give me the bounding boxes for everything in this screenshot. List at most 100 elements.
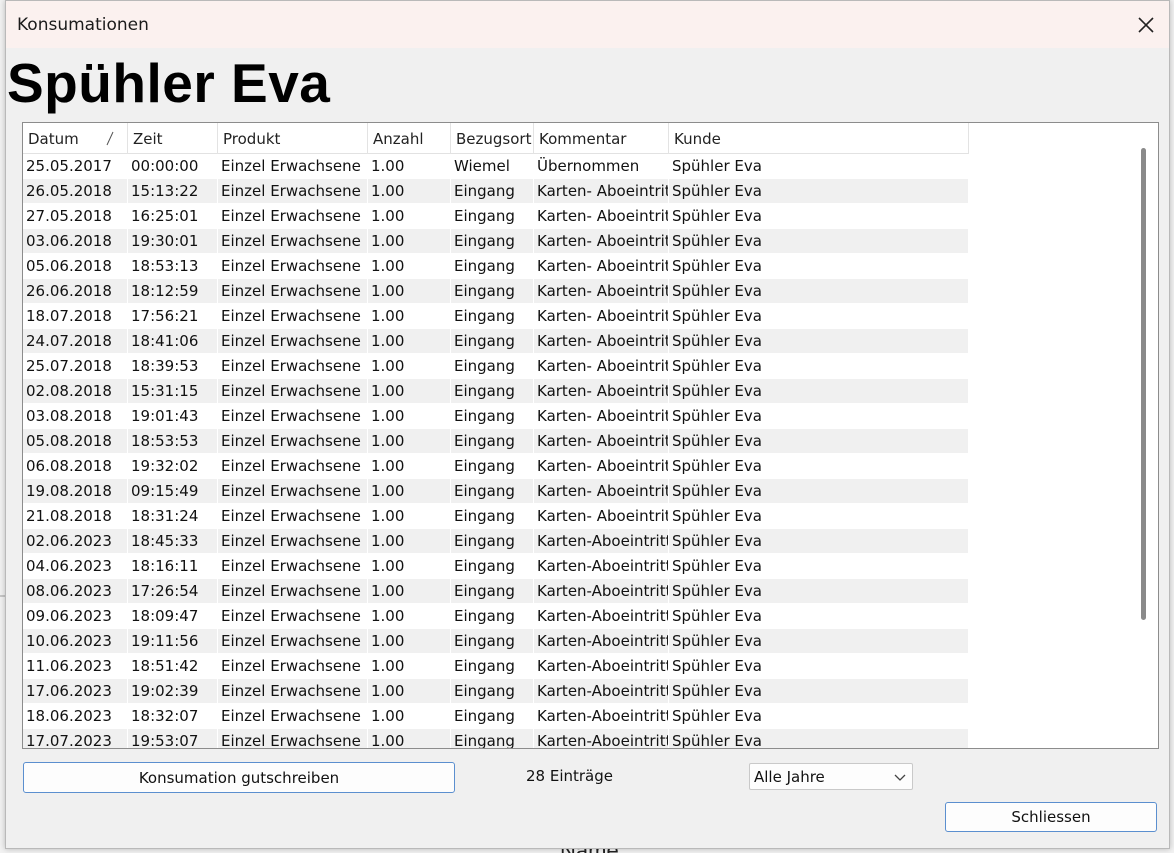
table-cell: Eingang (451, 554, 534, 578)
column-header-kunde[interactable]: Kunde (669, 123, 969, 154)
table-row[interactable]: 06.08.2018 19:32:02 Einzel Erwachsene 1.00 E… (23, 454, 1133, 479)
table-cell: Einzel Erwachsene (218, 704, 368, 728)
table-filler-cell (969, 704, 1133, 728)
table-row[interactable]: 19.08.2018 09:15:49 Einzel Erwachsene 1.00 E… (23, 479, 1133, 504)
table-cell: 00:00:00 (128, 154, 218, 178)
column-header-bezugsort[interactable]: Bezugsort (451, 123, 534, 154)
table-cell: Spühler Eva (669, 279, 969, 303)
table-body: 25.05.2017 00:00:00 Einzel Erwachsene 1.00 W… (23, 154, 1133, 748)
table-cell: Karten- Aboeintritt (534, 454, 669, 478)
table-cell: Spühler Eva (669, 254, 969, 278)
table-row[interactable]: 04.06.2023 18:16:11 Einzel Erwachsene 1.00 E… (23, 554, 1133, 579)
table-cell: 1.00 (368, 404, 451, 428)
table-row[interactable]: 11.06.2023 18:51:42 Einzel Erwachsene 1.00 E… (23, 654, 1133, 679)
table-cell: Einzel Erwachsene (218, 279, 368, 303)
table-row[interactable]: 09.06.2023 18:09:47 Einzel Erwachsene 1.00 E… (23, 604, 1133, 629)
table-row[interactable]: 18.06.2023 18:32:07 Einzel Erwachsene 1.00 E… (23, 704, 1133, 729)
table-cell: Einzel Erwachsene (218, 654, 368, 678)
table-cell: 06.08.2018 (23, 454, 128, 478)
table-cell: 1.00 (368, 554, 451, 578)
table-row[interactable]: 03.08.2018 19:01:43 Einzel Erwachsene 1.00 E… (23, 404, 1133, 429)
consumptions-table[interactable]: Datum Zeit Produkt Anzahl Bezugsort Komm… (22, 122, 1159, 749)
table-cell: 24.07.2018 (23, 329, 128, 353)
table-cell: Karten- Aboeintritt (534, 354, 669, 378)
table-cell: 05.06.2018 (23, 254, 128, 278)
table-row[interactable]: 18.07.2018 17:56:21 Einzel Erwachsene 1.00 E… (23, 304, 1133, 329)
table-row[interactable]: 08.06.2023 17:26:54 Einzel Erwachsene 1.00 E… (23, 579, 1133, 604)
table-cell: 18:45:33 (128, 529, 218, 553)
table-cell: Spühler Eva (669, 454, 969, 478)
table-cell: 1.00 (368, 429, 451, 453)
column-header-datum[interactable]: Datum (23, 123, 128, 154)
table-cell: Eingang (451, 479, 534, 503)
table-cell: 18.06.2023 (23, 704, 128, 728)
customer-name-heading: Spühler Eva (7, 52, 331, 114)
table-row[interactable]: 21.08.2018 18:31:24 Einzel Erwachsene 1.00 E… (23, 504, 1133, 529)
table-cell: Eingang (451, 629, 534, 653)
table-filler-cell (969, 454, 1133, 478)
table-cell: Spühler Eva (669, 354, 969, 378)
table-cell: Karten-Aboeintritt (534, 679, 669, 703)
table-cell: 1.00 (368, 629, 451, 653)
scrollbar-thumb[interactable] (1141, 148, 1146, 620)
table-cell: 09:15:49 (128, 479, 218, 503)
table-cell: 1.00 (368, 229, 451, 253)
column-header-kommentar[interactable]: Kommentar (534, 123, 669, 154)
column-header-zeit[interactable]: Zeit (128, 123, 218, 154)
table-cell: Karten- Aboeintritt (534, 254, 669, 278)
table-cell: 18:31:24 (128, 504, 218, 528)
column-header-anzahl[interactable]: Anzahl (368, 123, 451, 154)
table-cell: 17:56:21 (128, 304, 218, 328)
table-cell: Eingang (451, 229, 534, 253)
vertical-scrollbar[interactable] (1132, 123, 1158, 748)
table-row[interactable]: 26.06.2018 18:12:59 Einzel Erwachsene 1.00 E… (23, 279, 1133, 304)
close-window-button[interactable] (1123, 1, 1169, 48)
table-cell: 1.00 (368, 504, 451, 528)
table-cell: Spühler Eva (669, 629, 969, 653)
table-cell: Eingang (451, 354, 534, 378)
table-cell: 18:12:59 (128, 279, 218, 303)
chevron-down-icon (894, 774, 906, 781)
table-filler-cell (969, 379, 1133, 403)
table-cell: 16:25:01 (128, 204, 218, 228)
table-row[interactable]: 17.06.2023 19:02:39 Einzel Erwachsene 1.00 E… (23, 679, 1133, 704)
table-row[interactable]: 05.08.2018 18:53:53 Einzel Erwachsene 1.00 E… (23, 429, 1133, 454)
consumptions-dialog: Konsumationen Spühler Eva Datum Zeit Pro… (5, 0, 1170, 849)
table-cell: 1.00 (368, 154, 451, 178)
table-cell: Karten- Aboeintritt (534, 479, 669, 503)
table-cell: Eingang (451, 179, 534, 203)
table-row[interactable]: 25.07.2018 18:39:53 Einzel Erwachsene 1.00 E… (23, 354, 1133, 379)
table-cell: Wiemel (451, 154, 534, 178)
table-cell: Eingang (451, 529, 534, 553)
year-filter-select[interactable]: Alle Jahre (749, 763, 913, 790)
column-header-produkt[interactable]: Produkt (218, 123, 368, 154)
table-row[interactable]: 17.07.2023 19:53:07 Einzel Erwachsene 1.00 E… (23, 729, 1133, 748)
table-filler-cell (969, 654, 1133, 678)
table-cell: Eingang (451, 404, 534, 428)
table-row[interactable]: 03.06.2018 19:30:01 Einzel Erwachsene 1.00 E… (23, 229, 1133, 254)
table-row[interactable]: 26.05.2018 15:13:22 Einzel Erwachsene 1.00 E… (23, 179, 1133, 204)
table-row[interactable]: 05.06.2018 18:53:13 Einzel Erwachsene 1.00 E… (23, 254, 1133, 279)
table-cell: Spühler Eva (669, 204, 969, 228)
table-cell: Karten-Aboeintritt (534, 729, 669, 748)
table-cell: 1.00 (368, 729, 451, 748)
table-cell: Spühler Eva (669, 729, 969, 748)
close-button[interactable]: Schliessen (945, 802, 1157, 832)
table-cell: 18:51:42 (128, 654, 218, 678)
table-cell: 18.07.2018 (23, 304, 128, 328)
table-row[interactable]: 24.07.2018 18:41:06 Einzel Erwachsene 1.00 E… (23, 329, 1133, 354)
credit-consumption-button[interactable]: Konsumation gutschreiben (23, 762, 455, 793)
table-row[interactable]: 25.05.2017 00:00:00 Einzel Erwachsene 1.00 W… (23, 154, 1133, 179)
table-row[interactable]: 02.08.2018 15:31:15 Einzel Erwachsene 1.00 E… (23, 379, 1133, 404)
table-cell: Spühler Eva (669, 154, 969, 178)
table-row[interactable]: 10.06.2023 19:11:56 Einzel Erwachsene 1.00 E… (23, 629, 1133, 654)
table-cell: Spühler Eva (669, 379, 969, 403)
table-cell: Einzel Erwachsene (218, 204, 368, 228)
table-row[interactable]: 02.06.2023 18:45:33 Einzel Erwachsene 1.00 E… (23, 529, 1133, 554)
table-cell: Karten- Aboeintritt (534, 404, 669, 428)
table-cell: Karten- Aboeintritt (534, 329, 669, 353)
table-filler-cell (969, 679, 1133, 703)
table-cell: Einzel Erwachsene (218, 179, 368, 203)
table-row[interactable]: 27.05.2018 16:25:01 Einzel Erwachsene 1.00 E… (23, 204, 1133, 229)
table-cell: Karten-Aboeintritt (534, 704, 669, 728)
